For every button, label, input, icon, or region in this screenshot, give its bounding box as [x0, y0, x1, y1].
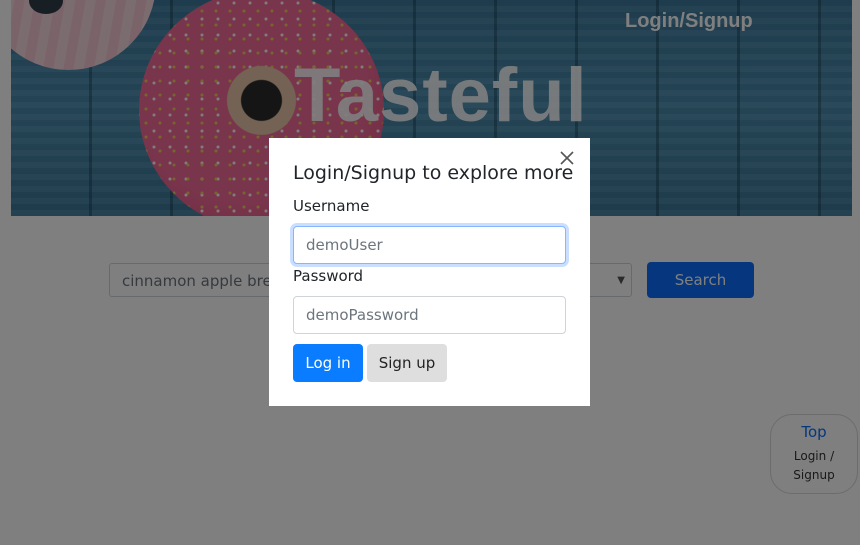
signup-button[interactable]: Sign up: [367, 344, 447, 382]
login-button[interactable]: Log in: [293, 344, 363, 382]
username-field[interactable]: [293, 226, 566, 264]
modal-title: Login/Signup to explore more: [293, 162, 574, 184]
password-label: Password: [293, 267, 364, 285]
username-label: Username: [293, 197, 370, 215]
password-field[interactable]: [293, 296, 566, 334]
login-modal: Login/Signup to explore more Username Pa…: [269, 138, 590, 406]
